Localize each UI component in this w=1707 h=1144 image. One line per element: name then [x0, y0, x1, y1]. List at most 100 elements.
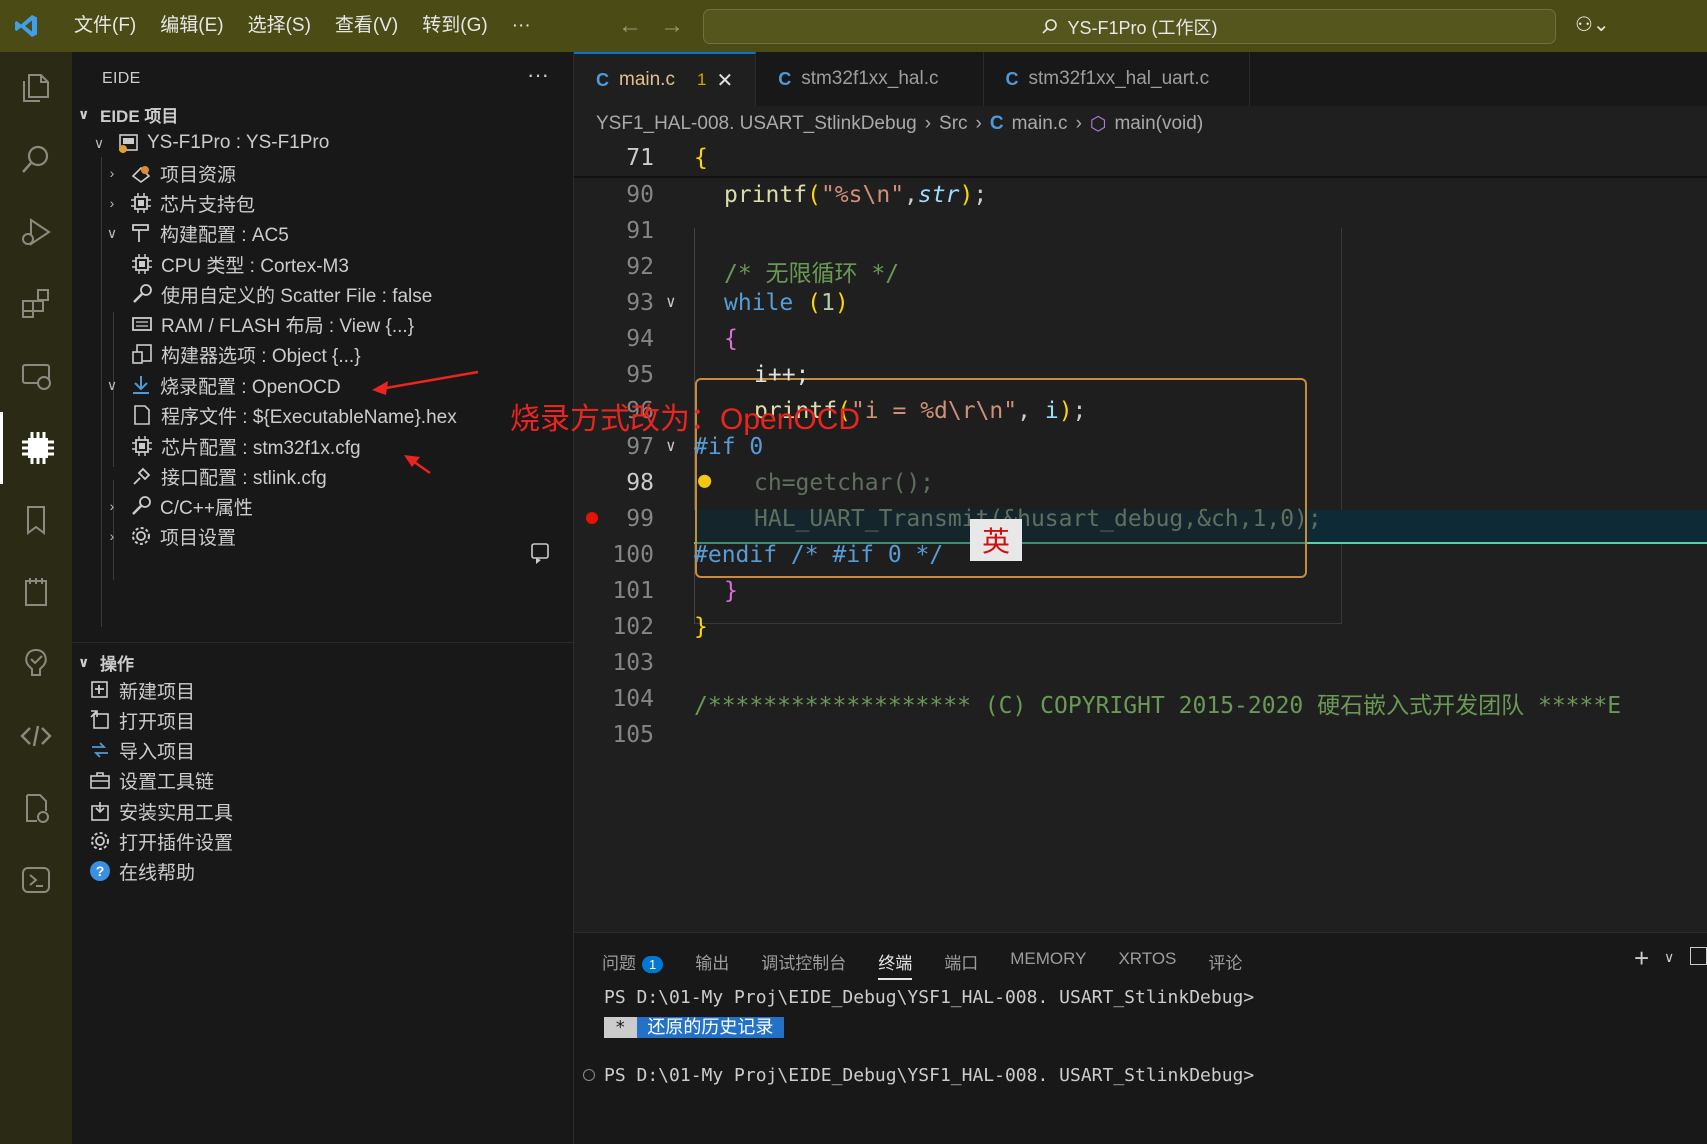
panel-tab-problems[interactable]: 问题 1 [602, 949, 664, 980]
code-line[interactable]: 94 { [574, 322, 1707, 358]
code-text: /* 无限循环 */ [724, 261, 900, 287]
panel-tab-xrtos[interactable]: XRTOS [1118, 949, 1176, 980]
panel-tab-debug-console[interactable]: 调试控制台 [761, 949, 846, 980]
tree-item-label: 项目设置 [160, 527, 237, 549]
code-embed-icon[interactable] [0, 700, 72, 772]
panel-tab-memory[interactable]: MEMORY [1010, 949, 1086, 980]
tree-item-memory-layout[interactable]: RAM / FLASH 布局 : View {...} [130, 308, 414, 340]
command-center[interactable]: YS-F1Pro (工作区) [703, 9, 1556, 44]
menu-edit[interactable]: 编辑(E) [148, 0, 235, 52]
new-terminal-icon[interactable]: + [1634, 943, 1649, 974]
split-terminal-icon[interactable] [1690, 947, 1707, 965]
code-line[interactable]: 99 HAL_UART_Transmit(&husart_debug,&ch,1… [574, 502, 1707, 538]
code-line[interactable]: 91 [574, 214, 1707, 250]
remote-explorer-icon[interactable] [0, 340, 72, 412]
panel-tab-ports[interactable]: 端口 [944, 949, 978, 980]
tab-stm32f1xx-hal[interactable]: C stm32f1xx_hal.c [756, 52, 984, 106]
menu-go[interactable]: 转到(G) [410, 0, 499, 52]
menu-view[interactable]: 查看(V) [323, 0, 410, 52]
open-project-icon [88, 708, 112, 732]
testing-icon[interactable] [0, 628, 72, 700]
op-import-project[interactable]: 导入项目 [88, 734, 195, 766]
code-line[interactable]: 105 [574, 718, 1707, 754]
back-arrow-icon[interactable]: ← [618, 12, 642, 40]
tab-main-c[interactable]: C main.c 1 ✕ [574, 52, 757, 106]
extensions-icon[interactable] [0, 268, 72, 340]
tree-item-project-settings[interactable]: › 项目设置 [103, 520, 236, 552]
op-online-help[interactable]: ? 在线帮助 [88, 855, 195, 887]
menu-file[interactable]: 文件(F) [62, 0, 148, 52]
op-set-toolchain[interactable]: 设置工具链 [88, 764, 214, 796]
sticky-scroll-line[interactable]: 71 { [574, 142, 1707, 178]
fold-chevron-icon[interactable]: ∨ [666, 292, 676, 311]
tree-item-resources[interactable]: › 项目资源 [103, 157, 236, 189]
search-activity-icon[interactable] [0, 124, 72, 196]
op-open-project[interactable]: 打开项目 [88, 704, 195, 736]
ops-section-header[interactable]: ∨ 操作 [78, 650, 134, 675]
c-file-icon: C [1005, 68, 1019, 89]
file-settings-icon[interactable] [0, 772, 72, 844]
panel-tab-terminal[interactable]: 终端 [878, 949, 913, 980]
tree-item-builder-options[interactable]: 构建器选项 : Object {...} [130, 338, 361, 370]
eide-chip-icon[interactable] [0, 412, 72, 484]
run-debug-icon[interactable] [0, 196, 72, 268]
op-install-utils[interactable]: 安装实用工具 [88, 795, 233, 827]
bookmark-icon[interactable] [0, 484, 72, 556]
tree-item-flash-config[interactable]: ∨ 烧录配置 : OpenOCD [103, 369, 341, 401]
ime-indicator: 英 [970, 519, 1022, 561]
project-section-header[interactable]: ∨ EIDE 项目 [78, 102, 178, 127]
wrench-icon [129, 494, 153, 518]
section-divider [72, 642, 574, 643]
code-line[interactable]: 102 } [574, 610, 1707, 646]
op-label: 打开插件设置 [119, 832, 234, 854]
tree-guide [101, 157, 102, 627]
panel-tab-comments[interactable]: 评论 [1208, 949, 1242, 980]
project-icon [116, 131, 140, 155]
code-line[interactable]: 100 #endif /* #if 0 */ [574, 538, 1707, 574]
code-line[interactable]: 104 /******************* (C) COPYRIGHT 2… [574, 682, 1707, 719]
panel-tab-output[interactable]: 输出 [695, 949, 729, 980]
tree-item-chip-package[interactable]: › 芯片支持包 [103, 187, 255, 219]
code-line[interactable]: 103 [574, 646, 1707, 682]
inline-action-icon[interactable] [527, 540, 553, 571]
tree-item-cpp-properties[interactable]: › C/C++属性 [103, 490, 253, 522]
tree-item-cpu-type[interactable]: CPU 类型 : Cortex-M3 [130, 248, 349, 280]
terminal-icon[interactable] [0, 844, 72, 916]
code-line[interactable]: 101 } [574, 574, 1707, 610]
breadcrumb-symbol[interactable]: main(void) [1114, 113, 1203, 135]
chevron-down-icon[interactable]: ∨ [1664, 949, 1674, 966]
forward-arrow-icon[interactable]: → [660, 12, 684, 40]
more-actions-icon[interactable]: ··· [527, 62, 549, 88]
terminal-prompt[interactable]: PS D:\01-My Proj\EIDE_Debug\YSF1_HAL-008… [604, 1065, 1254, 1086]
close-icon[interactable]: ✕ [716, 68, 733, 93]
line-number: 94 [626, 326, 654, 352]
lightbulb-icon[interactable]: ● [698, 468, 711, 493]
tree-item-interface-config[interactable]: 接口配置 : stlink.cfg [130, 460, 327, 492]
code-line[interactable]: 90 printf("%s\n",str); [574, 178, 1707, 214]
project-root[interactable]: ∨ YS-F1Pro : YS-F1Pro [90, 127, 329, 159]
fold-chevron-icon[interactable]: ∨ [666, 436, 676, 455]
tree-item-scatter-file[interactable]: 使用自定义的 Scatter File : false [130, 278, 432, 310]
panel-tabs: 问题 1 输出 调试控制台 终端 端口 MEMORY XRTOS 评论 [602, 949, 1242, 980]
code-line[interactable]: 93 ∨ while (1) [574, 286, 1707, 322]
breadcrumb-folder[interactable]: YSF1_HAL-008. USART_StlinkDebug [596, 113, 917, 135]
menu-selection[interactable]: 选择(S) [236, 0, 323, 52]
breadcrumb-file[interactable]: main.c [1012, 113, 1068, 135]
vscode-logo-icon[interactable] [0, 0, 52, 52]
code-line[interactable]: 92 /* 无限循环 */ [574, 250, 1707, 287]
notebook-icon[interactable] [0, 556, 72, 628]
op-new-project[interactable]: 新建项目 [88, 674, 195, 706]
tab-label: main.c [619, 69, 675, 90]
tree-item-build-config[interactable]: ∨ 构建配置 : AC5 [103, 217, 289, 249]
op-open-plugin-settings[interactable]: 打开插件设置 [88, 825, 233, 857]
tree-item-chip-config[interactable]: 芯片配置 : stm32f1x.cfg [130, 430, 361, 462]
line-number: 98 [626, 470, 654, 496]
code-line[interactable]: 98 ● ch=getchar(); [574, 466, 1707, 502]
menu-more[interactable]: ··· [500, 0, 543, 52]
project-root-label: YS-F1Pro : YS-F1Pro [147, 132, 330, 153]
tab-stm32f1xx-hal-uart[interactable]: C stm32f1xx_hal_uart.c [984, 52, 1251, 106]
copilot-icon[interactable]: ⚇⌄ [1575, 12, 1610, 37]
explorer-icon[interactable] [0, 52, 72, 124]
code-line[interactable]: 95 i++; [574, 358, 1707, 394]
breadcrumb-src[interactable]: Src [939, 113, 968, 135]
